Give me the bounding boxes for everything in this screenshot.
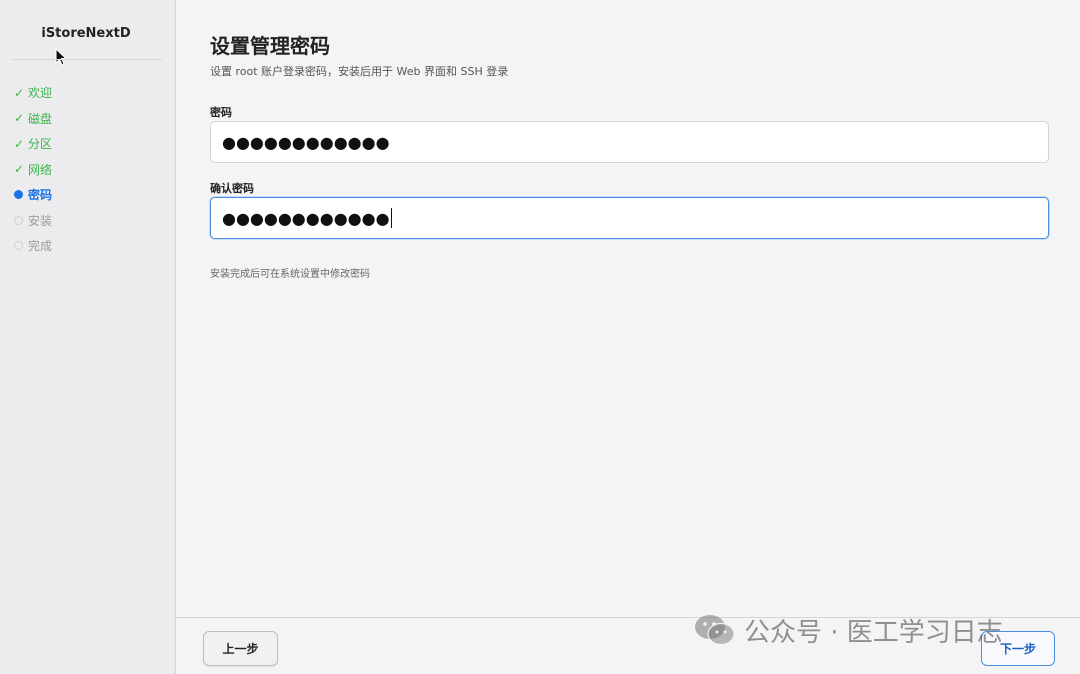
brand-divider [12,59,162,60]
check-icon: ✓ [14,85,25,100]
confirm-password-value: ●●●●●●●●●●●● [222,208,390,228]
step-disk[interactable]: ✓ 磁盘 [14,106,52,132]
main-panel: 设置管理密码 设置 root 账户登录密码，安装后用于 Web 界面和 SSH … [176,0,1080,674]
page-subtitle: 设置 root 账户登录密码，安装后用于 Web 界面和 SSH 登录 [210,65,509,78]
step-welcome[interactable]: ✓ 欢迎 [14,80,52,106]
step-label: 密码 [28,188,53,203]
confirm-password-label: 确认密码 [210,182,254,195]
brand-title: iStoreNextD [41,26,131,41]
step-label: 欢迎 [28,86,53,101]
pending-step-circle-icon [14,241,23,251]
check-icon: ✓ [14,111,25,126]
password-field[interactable]: ●●●●●●●●●●●● [210,121,1049,163]
footer-bar: 上一步 下一步 [176,617,1080,674]
step-list: ✓ 欢迎 ✓ 磁盘 ✓ 分区 ✓ 网络 密码 安装 完成 [14,80,52,259]
current-step-dot-icon [14,190,23,200]
step-label: 磁盘 [28,111,53,126]
password-label: 密码 [210,106,232,119]
step-label: 分区 [28,137,53,152]
mouse-pointer-icon [55,48,67,66]
confirm-password-field[interactable]: ●●●●●●●●●●●● [210,197,1049,239]
step-password[interactable]: 密码 [14,182,52,208]
pending-step-circle-icon [14,215,23,225]
check-icon: ✓ [14,136,25,151]
step-complete: 完成 [14,233,52,259]
step-partition[interactable]: ✓ 分区 [14,131,52,157]
password-value: ●●●●●●●●●●●● [222,132,390,152]
sidebar: iStoreNextD ✓ 欢迎 ✓ 磁盘 ✓ 分区 ✓ 网络 密码 安装 完成 [0,0,176,674]
step-network[interactable]: ✓ 网络 [14,157,52,183]
text-caret [390,208,392,228]
step-label: 网络 [28,162,53,177]
password-hint: 安装完成后可在系统设置中修改密码 [210,269,370,280]
page-title: 设置管理密码 [210,34,330,58]
previous-button[interactable]: 上一步 [203,631,278,666]
step-label: 安装 [28,213,53,228]
check-icon: ✓ [14,162,25,177]
next-button[interactable]: 下一步 [981,631,1055,666]
step-label: 完成 [28,239,53,254]
step-install: 安装 [14,208,52,234]
